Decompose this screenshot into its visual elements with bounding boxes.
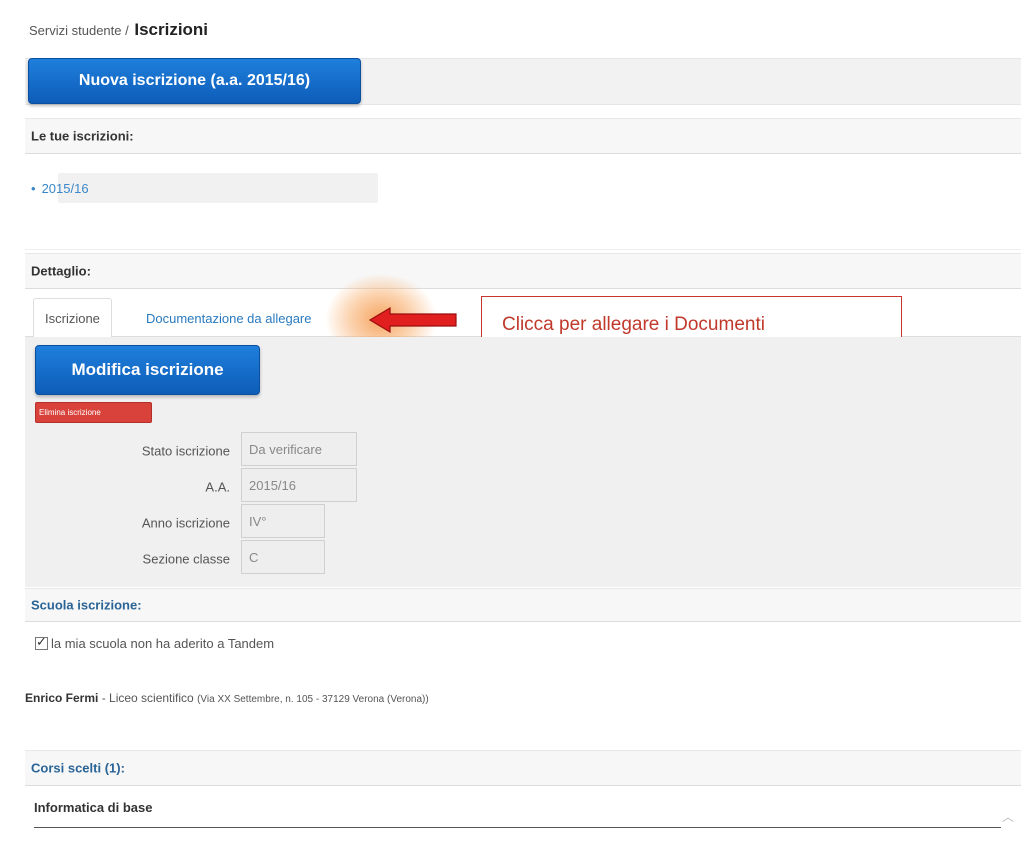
field-label: A.A. bbox=[205, 479, 230, 495]
class-section-field: C bbox=[241, 540, 325, 574]
breadcrumb-parent[interactable]: Servizi studente / bbox=[29, 23, 129, 38]
tab-documentazione[interactable]: Documentazione da allegare bbox=[135, 298, 323, 338]
delete-enrollment-button[interactable]: Elimina iscrizione bbox=[35, 402, 152, 423]
list-item[interactable]: • 2015/16 bbox=[31, 173, 378, 203]
arrow-left-icon bbox=[368, 307, 457, 333]
courses-heading: Corsi scelti (1): bbox=[31, 760, 125, 776]
field-row-section: Sezione classe bbox=[25, 541, 230, 577]
checkbox-label: la mia scuola non ha aderito a Tandem bbox=[51, 636, 275, 651]
new-enrollment-button[interactable]: Nuova iscrizione (a.a. 2015/16) bbox=[28, 58, 361, 104]
course-name: Informatica di base bbox=[34, 799, 153, 815]
school-address: (Via XX Settembre, n. 105 - 37129 Verona… bbox=[197, 694, 429, 705]
tandem-checkbox-row[interactable]: la mia scuola non ha aderito a Tandem bbox=[35, 634, 275, 651]
field-label: Anno iscrizione bbox=[141, 515, 230, 531]
school-header: Scuola iscrizione: bbox=[25, 588, 1021, 622]
field-label: Stato iscrizione bbox=[141, 443, 230, 459]
enrollment-year-link[interactable]: 2015/16 bbox=[42, 181, 89, 196]
detail-header: Dettaglio: bbox=[25, 253, 1021, 289]
list-item[interactable]: Informatica di base bbox=[34, 787, 1001, 828]
school-type: - Liceo scientifico bbox=[98, 691, 198, 705]
bullet-icon: • bbox=[31, 180, 36, 196]
field-row-aa: A.A. bbox=[25, 469, 230, 505]
tab-iscrizione[interactable]: Iscrizione bbox=[33, 298, 112, 338]
enrollments-header: Le tue iscrizioni: bbox=[25, 118, 1021, 154]
academic-year-field: 2015/16 bbox=[241, 468, 357, 502]
school-section: la mia scuola non ha aderito a Tandem En… bbox=[25, 622, 1021, 750]
field-row-status: Stato iscrizione bbox=[25, 433, 230, 469]
field-row-year: Anno iscrizione bbox=[25, 505, 230, 541]
enrollment-year-field: IV° bbox=[241, 504, 325, 538]
field-label: Sezione classe bbox=[142, 551, 230, 567]
enrollments-heading: Le tue iscrizioni: bbox=[31, 128, 134, 144]
edit-enrollment-button[interactable]: Modifica iscrizione bbox=[35, 345, 260, 395]
school-heading: Scuola iscrizione: bbox=[31, 597, 142, 613]
detail-heading: Dettaglio: bbox=[31, 263, 91, 279]
courses-header: Corsi scelti (1): bbox=[25, 750, 1021, 786]
enrollments-list: • 2015/16 bbox=[25, 154, 1021, 250]
school-name: Enrico Fermi bbox=[25, 691, 99, 705]
tandem-checkbox[interactable] bbox=[35, 634, 48, 650]
breadcrumb: Servizi studente / Iscrizioni bbox=[29, 20, 208, 40]
school-info: Enrico Fermi - Liceo scientifico (Via XX… bbox=[25, 691, 429, 705]
status-field: Da verificare bbox=[241, 432, 357, 466]
page-title: Iscrizioni bbox=[134, 20, 209, 39]
callout-text: Clicca per allegare i Documenti bbox=[502, 313, 765, 335]
chevron-up-icon[interactable]: ︿ bbox=[1002, 808, 1014, 825]
